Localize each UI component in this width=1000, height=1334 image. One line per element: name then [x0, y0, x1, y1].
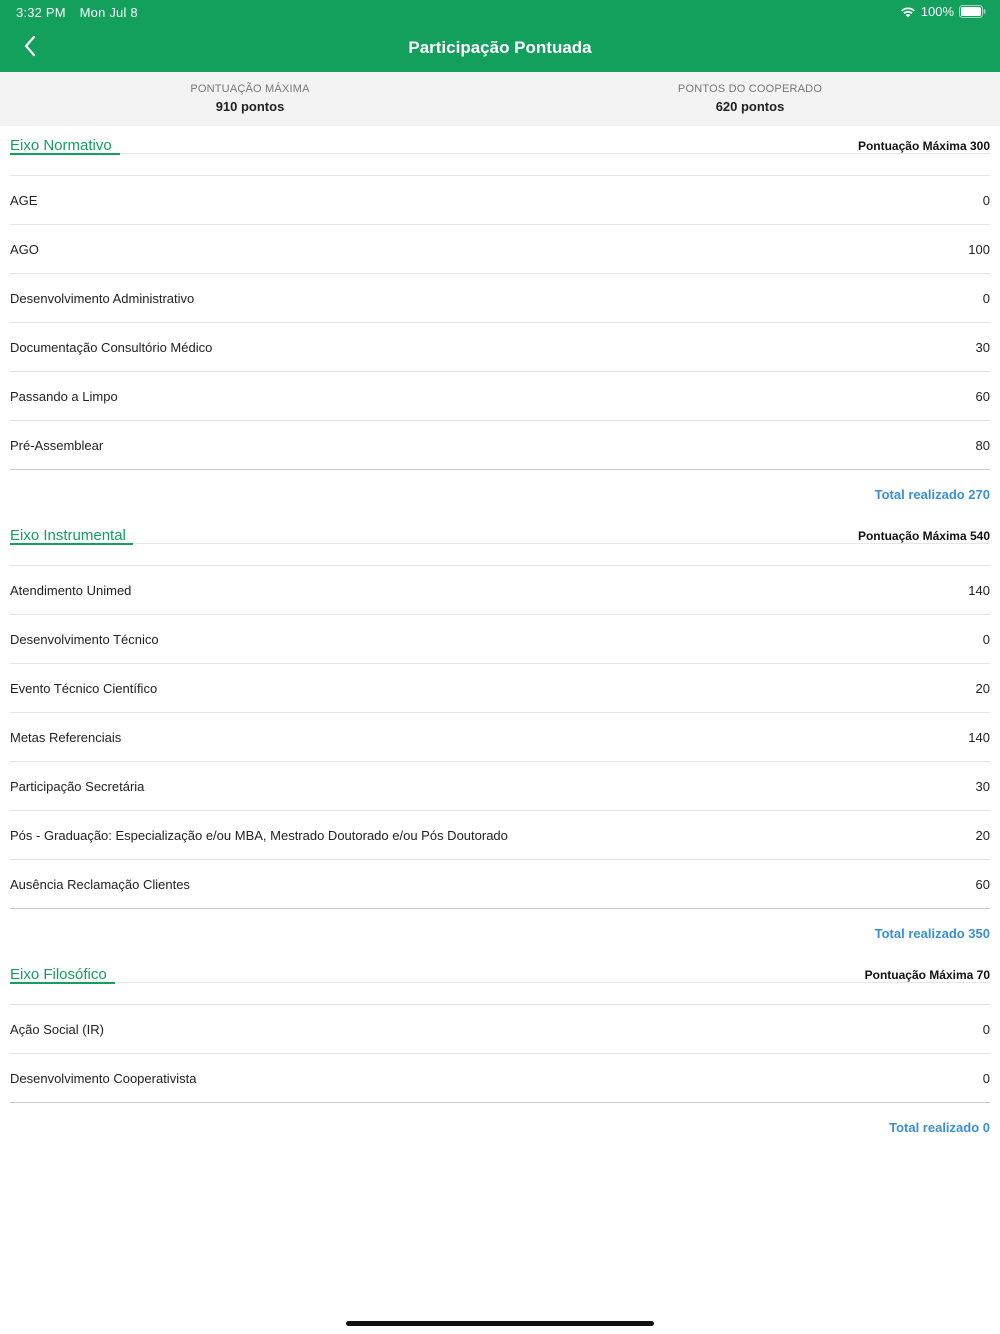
status-indicators: 100% — [900, 4, 986, 19]
item-value: 20 — [975, 828, 990, 843]
max-score-summary: PONTUAÇÃO MÁXIMA 910 pontos — [0, 83, 500, 114]
list-item: Participação Secretária 30 — [10, 761, 990, 810]
item-label: Atendimento Unimed — [10, 583, 132, 598]
section-total: Total realizado 0 — [0, 1103, 1000, 1151]
item-value: 0 — [982, 632, 990, 647]
item-label: Pré-Assemblear — [10, 438, 104, 453]
section-header-divider — [10, 543, 990, 544]
item-label: Desenvolvimento Técnico — [10, 632, 159, 647]
section-total: Total realizado 350 — [0, 909, 1000, 957]
list-item: Evento Técnico Científico 20 — [10, 663, 990, 712]
section-eixo-instrumental: Eixo Instrumental Pontuação Máxima 540 A… — [0, 516, 1000, 957]
section-eixo-normativo: Eixo Normativo Pontuação Máxima 300 AGE 0… — [0, 126, 1000, 518]
member-score-summary: PONTOS DO COOPERADO 620 pontos — [500, 83, 1000, 114]
home-indicator[interactable] — [346, 1321, 654, 1326]
section-title: Eixo Normativo — [10, 137, 112, 154]
item-label: Desenvolvimento Cooperativista — [10, 1071, 197, 1086]
section-total-text: Total realizado 350 — [874, 926, 990, 941]
list-item: Desenvolvimento Cooperativista 0 — [10, 1053, 990, 1102]
section-max-score: Pontuação Máxima 300 — [857, 139, 990, 153]
item-label: Passando a Limpo — [10, 389, 118, 404]
list-item: Documentação Consultório Médico 30 — [10, 322, 990, 371]
navigation-bar: Participação Pontuada — [0, 24, 1000, 72]
item-label: Ausência Reclamação Clientes — [10, 877, 190, 892]
item-value: 60 — [975, 389, 990, 404]
member-score-value: 620 pontos — [715, 99, 785, 114]
section-header: Eixo Normativo Pontuação Máxima 300 — [0, 126, 1000, 175]
item-label: Pós - Graduação: Especialização e/ou MBA… — [10, 828, 508, 843]
section-total-text: Total realizado 270 — [874, 487, 990, 502]
list-item: Pós - Graduação: Especialização e/ou MBA… — [10, 810, 990, 859]
member-score-label: PONTOS DO COOPERADO — [677, 83, 823, 95]
list-item: Pré-Assemblear 80 — [10, 420, 990, 469]
section-header-divider — [10, 153, 990, 154]
list-item: Desenvolvimento Administrativo 0 — [10, 273, 990, 322]
item-value: 60 — [975, 877, 990, 892]
item-label: Participação Secretária — [10, 779, 145, 794]
item-value: 140 — [968, 583, 990, 598]
section-total-text: Total realizado 0 — [889, 1120, 990, 1135]
item-value: 0 — [982, 1022, 990, 1037]
list-item: Ação Social (IR) 0 — [10, 1004, 990, 1053]
item-value: 30 — [975, 340, 990, 355]
item-label: AGE — [10, 193, 38, 208]
status-date: Mon Jul 8 — [79, 5, 138, 20]
list-item: Metas Referenciais 140 — [10, 712, 990, 761]
section-title: Eixo Filosófico — [10, 966, 107, 983]
section-max-score: Pontuação Máxima 70 — [864, 968, 990, 982]
status-time: 3:32 PM — [16, 5, 66, 20]
section-title: Eixo Instrumental — [10, 527, 126, 544]
list-item: AGE 0 — [10, 175, 990, 224]
battery-icon — [959, 5, 986, 18]
max-score-label: PONTUAÇÃO MÁXIMA — [190, 83, 310, 95]
list-item: Atendimento Unimed 140 — [10, 565, 990, 614]
section-max-score: Pontuação Máxima 540 — [857, 529, 990, 543]
item-value: 30 — [975, 779, 990, 794]
item-label: Desenvolvimento Administrativo — [10, 291, 195, 306]
item-label: AGO — [10, 242, 39, 257]
section-total: Total realizado 270 — [0, 470, 1000, 518]
section-header: Eixo Instrumental Pontuação Máxima 540 — [0, 516, 1000, 565]
item-label: Documentação Consultório Médico — [10, 340, 213, 355]
section-eixo-filosofico: Eixo Filosófico Pontuação Máxima 70 Ação… — [0, 955, 1000, 1151]
item-label: Evento Técnico Científico — [10, 681, 158, 696]
wifi-icon — [900, 6, 916, 18]
item-value: 0 — [982, 193, 990, 208]
battery-percentage: 100% — [920, 4, 954, 19]
section-header-divider — [10, 982, 990, 983]
item-value: 80 — [975, 438, 990, 453]
item-label: Ação Social (IR) — [10, 1022, 104, 1037]
item-value: 20 — [975, 681, 990, 696]
list-item: Passando a Limpo 60 — [10, 371, 990, 420]
status-time-date: 3:32 PM Mon Jul 8 — [16, 5, 138, 20]
item-value: 0 — [982, 1071, 990, 1086]
item-label: Metas Referenciais — [10, 730, 122, 745]
section-header: Eixo Filosófico Pontuação Máxima 70 — [0, 955, 1000, 1004]
list-item: AGO 100 — [10, 224, 990, 273]
item-value: 100 — [968, 242, 990, 257]
list-item: Desenvolvimento Técnico 0 — [10, 614, 990, 663]
score-summary: PONTUAÇÃO MÁXIMA 910 pontos PONTOS DO CO… — [0, 72, 1000, 126]
max-score-value: 910 pontos — [215, 99, 285, 114]
item-value: 0 — [982, 291, 990, 306]
page-title: Participação Pontuada — [408, 38, 592, 57]
list-item: Ausência Reclamação Clientes 60 — [10, 859, 990, 908]
item-value: 140 — [968, 730, 990, 745]
status-bar: 3:32 PM Mon Jul 8 100% — [0, 0, 1000, 24]
